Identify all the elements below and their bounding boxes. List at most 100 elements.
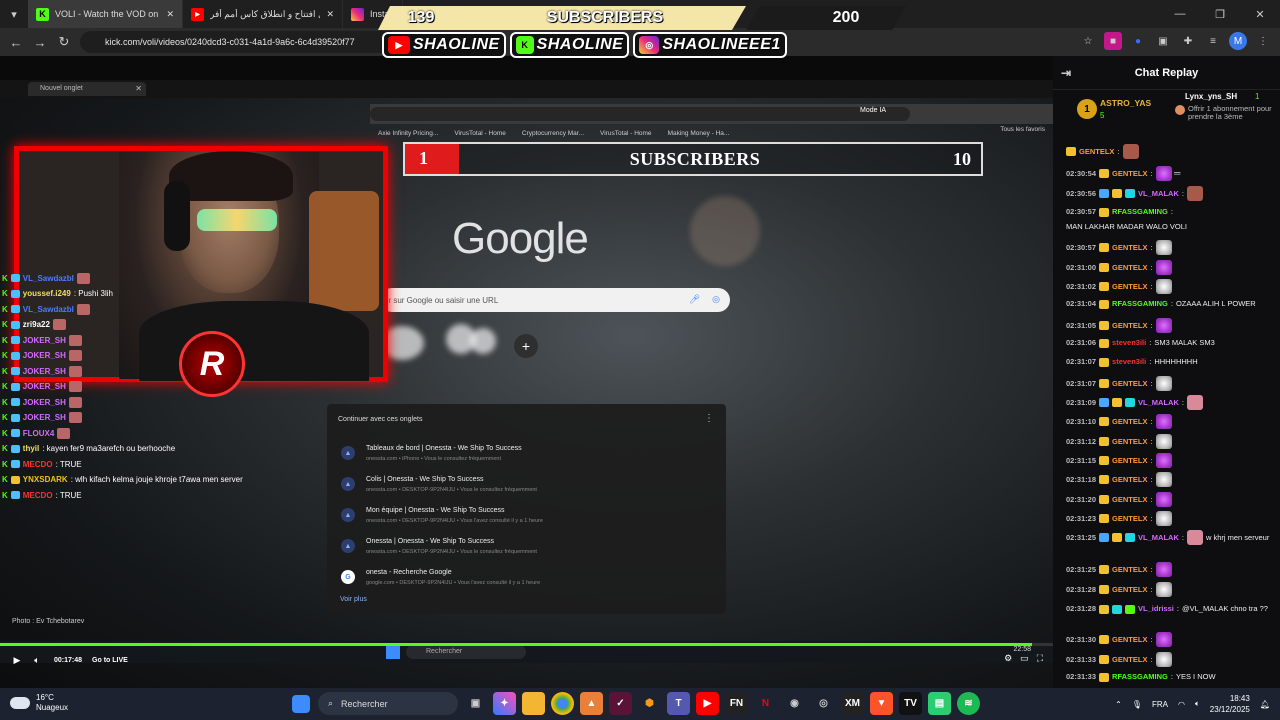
mic-icon[interactable]: 🎙︎ bbox=[1132, 700, 1142, 709]
chevron-up-icon[interactable]: ⌃ bbox=[1115, 700, 1122, 709]
brave-icon[interactable]: ▼ bbox=[870, 692, 893, 715]
close-window-icon[interactable]: ✕ bbox=[1240, 0, 1280, 28]
windows-taskbar: 16°C Nuageux ⌕ Rechercher ▣ ✦ ▲ ✓ ⬢ T ▶ … bbox=[0, 688, 1280, 720]
tradingview-icon[interactable]: TV bbox=[899, 692, 922, 715]
chat-username[interactable]: GENTELX bbox=[1112, 320, 1147, 332]
star-icon[interactable]: ☆ bbox=[1079, 32, 1097, 50]
chat-username[interactable]: VL_MALAK bbox=[1138, 397, 1179, 409]
chat-username[interactable]: VL_MALAK bbox=[1138, 188, 1179, 200]
chat-username[interactable]: steven3ili bbox=[1112, 356, 1146, 368]
emote-icon bbox=[1155, 492, 1172, 507]
task-view-icon[interactable]: ▣ bbox=[464, 692, 487, 715]
chat-username[interactable]: GENTELX bbox=[1112, 455, 1147, 467]
close-icon[interactable]: ✕ bbox=[326, 9, 334, 20]
settings-icon[interactable]: ⚙ bbox=[1004, 653, 1012, 664]
emote-icon bbox=[1155, 632, 1172, 647]
app-icon[interactable]: FN bbox=[725, 692, 748, 715]
chat-username[interactable]: GENTELX bbox=[1112, 584, 1147, 596]
app-icon[interactable]: ✓ bbox=[609, 692, 632, 715]
search-label: Rechercher bbox=[341, 698, 388, 709]
chat-username[interactable]: GENTELX bbox=[1079, 146, 1114, 158]
chat-username[interactable]: GENTELX bbox=[1112, 281, 1147, 293]
handle-name: SHAOLINE bbox=[413, 36, 500, 53]
menu-icon[interactable]: ≡ bbox=[1204, 32, 1222, 50]
app-icon[interactable]: XM bbox=[841, 692, 864, 715]
volume-icon[interactable]: 🔈︎ bbox=[28, 651, 46, 669]
photo-credit: Photo : Ev Tchebotarev bbox=[12, 618, 85, 625]
headphone-icon bbox=[164, 181, 190, 251]
language-indicator[interactable]: FRA bbox=[1152, 700, 1168, 709]
overlay-chat-line: K MECDO: TRUE bbox=[2, 457, 82, 471]
emote-icon bbox=[68, 365, 82, 377]
volume-icon[interactable]: 🔈︎ bbox=[1195, 699, 1200, 709]
url-field[interactable]: kick.com/voli/videos/0240dcd3-c031-4a1d-… bbox=[80, 31, 400, 53]
wifi-icon[interactable]: ◠ bbox=[1178, 700, 1185, 709]
shield-icon[interactable]: ⬢ bbox=[638, 692, 661, 715]
minimize-icon[interactable]: — bbox=[1160, 0, 1200, 28]
close-icon[interactable]: ✕ bbox=[166, 9, 174, 20]
separator: : bbox=[1150, 513, 1153, 523]
chat-username[interactable]: GENTELX bbox=[1112, 474, 1147, 486]
chat-username[interactable]: GENTELX bbox=[1112, 564, 1147, 576]
teams-icon[interactable]: T bbox=[667, 692, 690, 715]
chat-username[interactable]: RFASSGAMING bbox=[1112, 298, 1168, 310]
reload-icon[interactable]: ↻ bbox=[52, 30, 76, 54]
clock[interactable]: 18:43 23/12/2025 bbox=[1210, 693, 1250, 715]
tab-youtube[interactable]: ▶ حفل افتتاح و انطلاق كاس أمم أفر ✕ bbox=[183, 0, 343, 28]
kick-icon: K bbox=[2, 320, 8, 329]
back-icon[interactable]: ← bbox=[4, 30, 28, 54]
progress-bar[interactable] bbox=[0, 643, 1053, 646]
play-icon[interactable]: ▶ bbox=[8, 651, 26, 669]
chat-message: 02:31:02 GENTELX: bbox=[1066, 279, 1276, 294]
app-icon[interactable]: ▲ bbox=[580, 692, 603, 715]
extension-icon[interactable]: ■ bbox=[1104, 32, 1122, 50]
forward-icon[interactable]: → bbox=[28, 30, 52, 54]
extension-icon[interactable]: ▣ bbox=[1154, 32, 1172, 50]
avatar[interactable]: M bbox=[1229, 32, 1247, 50]
badge-icon bbox=[1099, 338, 1110, 348]
tab-kick[interactable]: K VOLI - Watch the VOD on Ki ✕ bbox=[28, 0, 183, 28]
youtube-icon[interactable]: ▶ bbox=[696, 692, 719, 715]
chrome-icon[interactable] bbox=[551, 692, 574, 715]
chat-username[interactable]: GENTELX bbox=[1112, 242, 1147, 254]
taskbar-search[interactable]: ⌕ Rechercher bbox=[318, 692, 458, 715]
windows-start-icon[interactable] bbox=[292, 694, 310, 713]
puzzle-icon[interactable]: ✚ bbox=[1179, 32, 1197, 50]
notification-icon[interactable]: 🔔︎ bbox=[1260, 700, 1270, 709]
collapse-chat-icon[interactable]: ⇥ bbox=[1061, 66, 1071, 80]
app-icon[interactable]: ◉ bbox=[783, 692, 806, 715]
chat-username[interactable]: RFASSGAMING bbox=[1112, 671, 1168, 683]
url-text: kick.com/voli/videos/0240dcd3-c031-4a1d-… bbox=[105, 37, 355, 47]
tab-search-icon[interactable]: ▾ bbox=[0, 0, 28, 28]
badge-icon bbox=[1099, 243, 1110, 252]
netflix-icon[interactable]: N bbox=[754, 692, 777, 715]
video-player[interactable]: Nouvel onglet ✕ Mode IA Axie Infinity Pr… bbox=[0, 56, 1053, 688]
chat-username[interactable]: GENTELX bbox=[1112, 416, 1147, 428]
chat-username[interactable]: VL_idrissi bbox=[1138, 603, 1174, 615]
window-controls: — ❐ ✕ bbox=[1160, 0, 1280, 28]
maximize-icon[interactable]: ❐ bbox=[1200, 0, 1240, 28]
spotify-icon[interactable]: ≋ bbox=[957, 692, 980, 715]
badge-icon bbox=[10, 475, 20, 484]
chat-username[interactable]: RFASSGAMING bbox=[1112, 206, 1168, 218]
more-icon[interactable]: ⋮ bbox=[1254, 32, 1272, 50]
app-icon[interactable]: ▤ bbox=[928, 692, 951, 715]
fullscreen-icon[interactable]: ⛶ bbox=[1037, 653, 1043, 664]
chat-username[interactable]: steven3ili bbox=[1112, 337, 1146, 349]
chat-username[interactable]: VL_MALAK bbox=[1138, 532, 1179, 544]
weather-widget[interactable]: 16°C Nuageux bbox=[10, 693, 68, 713]
chat-username[interactable]: GENTELX bbox=[1112, 494, 1147, 506]
chat-username[interactable]: GENTELX bbox=[1112, 513, 1147, 525]
theater-icon[interactable]: ▭ bbox=[1020, 653, 1029, 664]
chat-username[interactable]: GENTELX bbox=[1112, 654, 1147, 666]
app-icon[interactable]: ◎ bbox=[812, 692, 835, 715]
go-to-live-button[interactable]: Go to LIVE bbox=[92, 657, 128, 664]
copilot-icon[interactable]: ✦ bbox=[493, 692, 516, 715]
chat-username[interactable]: GENTELX bbox=[1112, 262, 1147, 274]
extension-icon[interactable]: ● bbox=[1129, 32, 1147, 50]
file-explorer-icon[interactable] bbox=[522, 692, 545, 715]
chat-username[interactable]: GENTELX bbox=[1112, 634, 1147, 646]
chat-username[interactable]: GENTELX bbox=[1112, 436, 1147, 448]
chat-username[interactable]: GENTELX bbox=[1112, 168, 1147, 180]
chat-username[interactable]: GENTELX bbox=[1112, 378, 1147, 390]
